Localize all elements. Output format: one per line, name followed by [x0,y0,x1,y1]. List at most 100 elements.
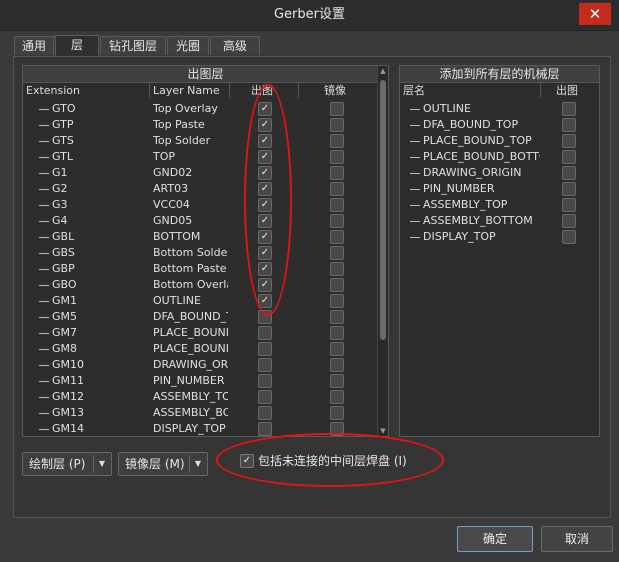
list-item[interactable]: ASSEMBLY_TOP [400,197,599,213]
plot-checkbox[interactable]: ✓ [258,246,272,260]
list-item[interactable]: OUTLINE [400,101,599,117]
plot-checkbox[interactable] [258,422,272,436]
plot-checkbox[interactable]: ✓ [258,134,272,148]
plot-checkbox[interactable]: ✓ [258,150,272,164]
tab-0[interactable]: 通用 [14,36,54,55]
table-row[interactable]: GM8 PLACE_BOUND_BOTTOM [23,341,377,357]
plot-checkbox[interactable]: ✓ [258,262,272,276]
plot-checkbox[interactable] [258,406,272,420]
table-row[interactable]: GBP Bottom Paste ✓ [23,261,377,277]
column-plot[interactable]: 出图 [556,83,578,98]
plot-checkbox[interactable]: ✓ [258,294,272,308]
mechanical-plot-checkbox[interactable] [562,150,576,164]
mirror-checkbox[interactable] [330,102,344,116]
list-item[interactable]: PLACE_BOUND_BOTTOM [400,149,599,165]
table-row[interactable]: GTL TOP ✓ [23,149,377,165]
tab-4[interactable]: 高级 [210,36,260,55]
mechanical-plot-checkbox[interactable] [562,214,576,228]
table-row[interactable]: GM7 PLACE_BOUND_TOP [23,325,377,341]
mirror-checkbox[interactable] [330,166,344,180]
mechanical-plot-checkbox[interactable] [562,182,576,196]
table-row[interactable]: GM10 DRAWING_ORIGIN [23,357,377,373]
plot-checkbox[interactable] [258,342,272,356]
plot-layers-dropdown-button[interactable]: 绘制层 (P) ▼ [22,452,112,476]
table-row[interactable]: GM1 OUTLINE ✓ [23,293,377,309]
mirror-checkbox[interactable] [330,406,344,420]
mirror-checkbox[interactable] [330,246,344,260]
table-row[interactable]: G3 VCC04 ✓ [23,197,377,213]
mirror-checkbox[interactable] [330,374,344,388]
mechanical-plot-checkbox[interactable] [562,118,576,132]
mirror-checkbox[interactable] [330,118,344,132]
table-row[interactable]: GTO Top Overlay ✓ [23,101,377,117]
table-row[interactable]: G1 GND02 ✓ [23,165,377,181]
plot-checkbox[interactable] [258,358,272,372]
table-row[interactable]: GBO Bottom Overlay ✓ [23,277,377,293]
table-row[interactable]: GM11 PIN_NUMBER [23,373,377,389]
mirror-checkbox[interactable] [330,262,344,276]
list-item[interactable]: ASSEMBLY_BOTTOM [400,213,599,229]
plot-checkbox[interactable]: ✓ [258,102,272,116]
mirror-checkbox[interactable] [330,198,344,212]
list-item[interactable]: PIN_NUMBER [400,181,599,197]
mirror-checkbox[interactable] [330,422,344,436]
table-row[interactable]: GTS Top Solder ✓ [23,133,377,149]
mirror-checkbox[interactable] [330,134,344,148]
column-mirror[interactable]: 镜像 [324,83,346,98]
ok-button[interactable]: 确定 [457,526,533,552]
table-row[interactable]: GBL BOTTOM ✓ [23,229,377,245]
scroll-thumb[interactable] [380,80,386,340]
column-layer-name[interactable]: 层名 [403,83,425,98]
plot-checkbox[interactable] [258,326,272,340]
mirror-checkbox[interactable] [330,230,344,244]
tab-1[interactable]: 层 [55,35,99,56]
mirror-checkbox[interactable] [330,390,344,404]
plot-checkbox[interactable]: ✓ [258,198,272,212]
plot-layers-scrollbar[interactable]: ▲ ▼ [377,66,388,436]
table-row[interactable]: GM12 ASSEMBLY_TOP [23,389,377,405]
chevron-down-icon[interactable]: ▼ [191,453,205,475]
mechanical-plot-checkbox[interactable] [562,230,576,244]
tab-3[interactable]: 光圈 [167,36,209,55]
mechanical-plot-checkbox[interactable] [562,134,576,148]
mirror-checkbox[interactable] [330,294,344,308]
table-row[interactable]: G2 ART03 ✓ [23,181,377,197]
mirror-checkbox[interactable] [330,214,344,228]
plot-checkbox[interactable]: ✓ [258,230,272,244]
plot-checkbox[interactable] [258,374,272,388]
close-button[interactable]: ✕ [579,3,611,25]
list-item[interactable]: DRAWING_ORIGIN [400,165,599,181]
column-plot[interactable]: 出图 [251,83,273,98]
tab-2[interactable]: 钻孔图层 [100,36,166,55]
plot-checkbox[interactable]: ✓ [258,182,272,196]
table-row[interactable]: GM13 ASSEMBLY_BOTTOM [23,405,377,421]
table-row[interactable]: GM5 DFA_BOUND_TOP [23,309,377,325]
column-layer-name[interactable]: Layer Name [153,83,220,98]
mechanical-plot-checkbox[interactable] [562,198,576,212]
table-row[interactable]: G4 GND05 ✓ [23,213,377,229]
plot-checkbox[interactable]: ✓ [258,166,272,180]
mirror-checkbox[interactable] [330,310,344,324]
scroll-up-icon[interactable]: ▲ [378,66,388,76]
plot-checkbox[interactable] [258,310,272,324]
mirror-checkbox[interactable] [330,278,344,292]
plot-checkbox[interactable]: ✓ [258,118,272,132]
list-item[interactable]: DISPLAY_TOP [400,229,599,245]
list-item[interactable]: PLACE_BOUND_TOP [400,133,599,149]
mirror-checkbox[interactable] [330,150,344,164]
cancel-button[interactable]: 取消 [541,526,613,552]
plot-checkbox[interactable]: ✓ [258,214,272,228]
plot-checkbox[interactable]: ✓ [258,278,272,292]
mirror-layers-dropdown-button[interactable]: 镜像层 (M) ▼ [118,452,208,476]
mirror-checkbox[interactable] [330,342,344,356]
mechanical-plot-checkbox[interactable] [562,102,576,116]
mirror-checkbox[interactable] [330,358,344,372]
mirror-checkbox[interactable] [330,326,344,340]
include-unconnected-pads-checkbox[interactable]: ✓ [240,454,254,468]
chevron-down-icon[interactable]: ▼ [95,453,109,475]
table-row[interactable]: GTP Top Paste ✓ [23,117,377,133]
table-row[interactable]: GBS Bottom Solder ✓ [23,245,377,261]
scroll-down-icon[interactable]: ▼ [378,426,388,436]
list-item[interactable]: DFA_BOUND_TOP [400,117,599,133]
table-row[interactable]: GM14 DISPLAY_TOP [23,421,377,437]
